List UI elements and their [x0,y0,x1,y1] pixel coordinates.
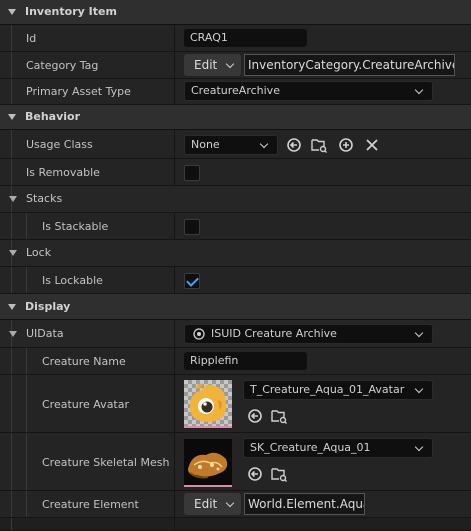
is-stackable-label: Is Stackable [42,220,109,233]
checkmark-icon [186,274,199,287]
details-panel: Inventory Item Id CRAQ1 Category Tag Edi… [0,0,471,531]
uidata-combo[interactable]: ISUID Creature Archive [184,324,433,344]
uid-circle-icon [193,328,205,340]
edit-label: Edit [194,497,218,511]
creature-name-label: Creature Name [42,355,126,368]
category-tag-value: InventoryCategory.CreatureArchive [244,54,455,76]
category-tag-edit-button[interactable]: Edit [184,54,241,76]
add-circle-icon[interactable] [338,137,354,153]
combo-value: None [191,138,220,151]
collapse-arrow-icon[interactable] [8,304,16,310]
chevron-down-icon [414,442,424,452]
chevron-down-icon [225,59,235,69]
combo-value: CreatureArchive [191,84,280,97]
chevron-down-icon [414,384,424,394]
group-title: UIData [26,327,64,340]
creature-name-input[interactable]: Ripplefin [184,352,307,370]
is-lockable-label: Is Lockable [42,274,103,287]
browse-arrow-icon[interactable] [286,137,302,153]
is-removable-label: Is Removable [26,166,100,179]
creature-skeletal-mesh-combo[interactable]: SK_Creature_Aqua_01 [243,438,433,458]
folder-search-icon[interactable] [271,408,287,424]
row-creature-skeletal-mesh: Creature Skeletal Mesh SK_Creature_Aqua_… [0,433,471,491]
is-removable-checkbox[interactable] [184,165,200,181]
folder-search-icon[interactable] [271,466,287,482]
creature-skeletal-mesh-thumbnail[interactable] [184,439,232,487]
category-tag-label: Category Tag [26,59,99,72]
creature-skeletal-mesh-label: Creature Skeletal Mesh [42,456,170,469]
chevron-down-icon [414,328,424,338]
usage-class-combo[interactable]: None [184,135,278,155]
creature-element-label: Creature Element [42,498,139,511]
id-label: Id [26,32,37,45]
row-is-stackable: Is Stackable [0,213,471,240]
creature-element-value: World.Element.Aqua [244,493,365,515]
edit-label: Edit [194,58,218,72]
section-behavior[interactable]: Behavior [0,105,471,130]
combo-value: T_Creature_Aqua_01_Avatar [250,383,405,396]
row-creature-element: Creature Element Edit World.Element.Aqua [0,491,471,518]
section-title: Display [25,300,71,313]
collapse-arrow-icon[interactable] [9,196,17,202]
row-is-lockable: Is Lockable [0,267,471,294]
chevron-down-icon [414,85,424,95]
row-category-tag: Category Tag Edit InventoryCategory.Crea… [0,52,471,79]
chevron-down-icon [225,498,235,508]
section-title: Inventory Item [25,5,117,18]
browse-arrow-icon[interactable] [247,408,263,424]
row-creature-name: Creature Name Ripplefin [0,348,471,375]
section-title: Behavior [25,110,81,123]
group-stacks[interactable]: Stacks [0,186,471,213]
group-uidata[interactable]: UIData ISUID Creature Archive [0,320,471,348]
group-title: Stacks [26,192,63,205]
collapse-arrow-icon[interactable] [8,9,16,15]
row-is-removable: Is Removable [0,159,471,186]
collapse-arrow-icon[interactable] [9,331,17,337]
combo-value: SK_Creature_Aqua_01 [250,441,371,454]
is-stackable-checkbox[interactable] [184,219,200,235]
section-inventory-item[interactable]: Inventory Item [0,0,471,25]
collapse-arrow-icon[interactable] [8,114,16,120]
group-title: Lock [26,246,52,259]
creature-avatar-label: Creature Avatar [42,398,130,411]
row-primary-asset-type: Primary Asset Type CreatureArchive [0,79,471,105]
row-partial [0,518,471,531]
group-lock[interactable]: Lock [0,240,471,267]
row-usage-class: Usage Class None [0,130,471,159]
browse-arrow-icon[interactable] [247,466,263,482]
combo-value: ISUID Creature Archive [211,327,337,340]
folder-search-icon[interactable] [311,137,327,153]
clear-x-icon[interactable] [364,137,380,153]
creature-element-edit-button[interactable]: Edit [184,493,241,515]
row-id: Id CRAQ1 [0,25,471,52]
primary-asset-type-combo[interactable]: CreatureArchive [184,81,433,101]
primary-asset-type-label: Primary Asset Type [26,85,131,98]
creature-avatar-thumbnail[interactable] [184,380,232,428]
usage-class-label: Usage Class [26,138,93,151]
section-display[interactable]: Display [0,294,471,320]
id-input[interactable]: CRAQ1 [184,29,307,47]
creature-avatar-combo[interactable]: T_Creature_Aqua_01_Avatar [243,380,433,400]
row-creature-avatar: Creature Avatar T_Creature_Aqua_01_Avata… [0,375,471,433]
is-lockable-checkbox[interactable] [184,273,200,289]
collapse-arrow-icon[interactable] [9,250,17,256]
chevron-down-icon [259,139,269,149]
